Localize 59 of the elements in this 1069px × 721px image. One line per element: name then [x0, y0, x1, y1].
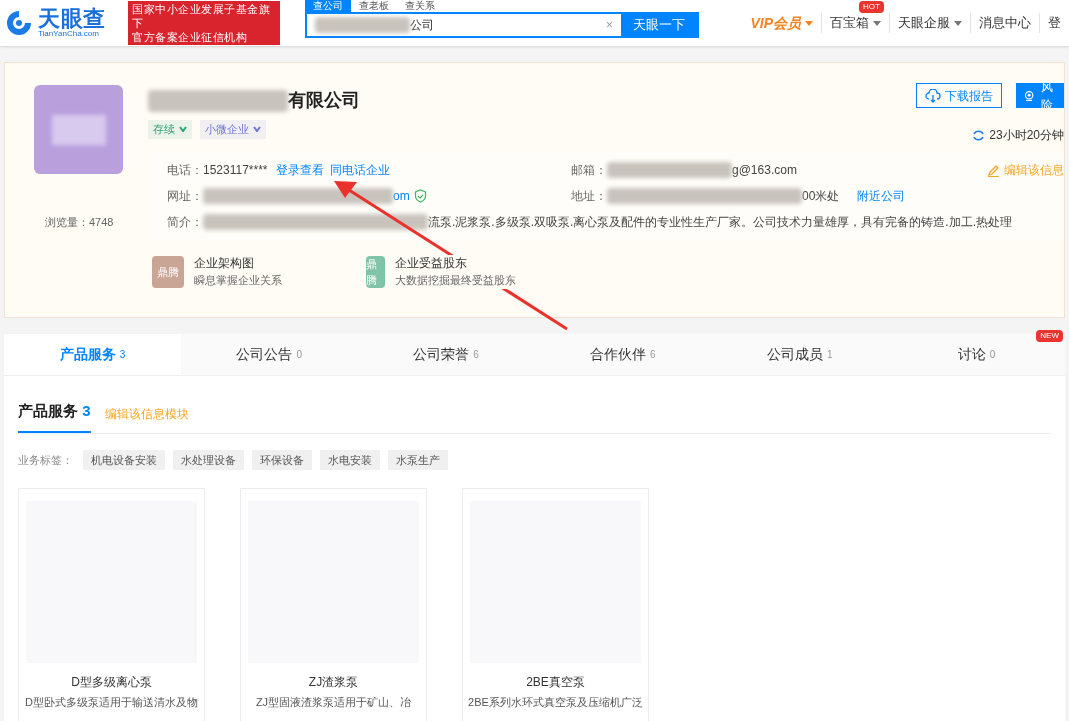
nav-item[interactable]: 天眼企服: [889, 13, 970, 33]
logo-domain: TianYanCha.com: [38, 30, 100, 38]
search-value: 公司: [410, 17, 434, 34]
nav-item[interactable]: 登: [1039, 13, 1069, 33]
product-card[interactable]: 2BE真空泵 2BE系列水环式真空泵及压缩机广泛: [462, 488, 649, 721]
nearby-companies-link[interactable]: 附近公司: [857, 187, 906, 205]
download-report-button[interactable]: 下载报告: [916, 83, 1002, 108]
cloud-download-icon: [925, 88, 941, 103]
search-button[interactable]: 天眼一下: [621, 14, 697, 36]
email-address: g@163.com: [732, 162, 797, 179]
search-field[interactable]: 公司 × 天眼一下: [305, 12, 699, 38]
field-label: 地址：: [571, 188, 607, 205]
new-badge: NEW: [1036, 330, 1063, 342]
product-description: D型卧式多级泵适用于输送清水及物: [25, 695, 198, 710]
address-text: 00米处: [802, 188, 840, 205]
business-tag: 机电设备安装: [83, 449, 165, 470]
location-icon: [1024, 88, 1035, 103]
product-name: ZJ渣浆泵: [308, 674, 359, 691]
product-description: ZJ型固液渣浆泵适用于矿山、冶: [255, 695, 412, 710]
business-tag: 水处理设备: [173, 449, 244, 470]
section-tab[interactable]: 公司成员 1: [711, 334, 889, 375]
product-card[interactable]: D型多级离心泵 D型卧式多级泵适用于输送清水及物: [18, 488, 205, 721]
company-name: 有限公司: [288, 89, 360, 112]
hot-badge: HOT: [859, 1, 884, 14]
search-tab[interactable]: 查公司: [305, 0, 351, 12]
nav-item[interactable]: 消息中心: [970, 13, 1039, 33]
view-count: 浏览量：4748: [45, 215, 114, 230]
tags-label: 业务标签：: [18, 452, 73, 468]
link[interactable]: 登录查看: [275, 161, 324, 179]
section-tab[interactable]: 合作伙伴 6: [534, 334, 712, 375]
field-label: 简介：: [167, 214, 203, 231]
certification-badge: 国家中小企业发展子基金旗下 官方备案企业征信机构: [128, 1, 280, 45]
refresh-icon: [972, 128, 986, 142]
section-tab[interactable]: 公司荣誉 6: [357, 334, 535, 375]
feature-subtitle: 大数据挖掘最终受益股东: [395, 272, 516, 289]
website-link[interactable]: om: [393, 187, 410, 205]
feature-subtitle: 瞬息掌握企业关系: [194, 272, 282, 289]
product-name: 2BE真空泵: [526, 674, 585, 691]
business-tag: 水泵生产: [388, 449, 448, 470]
field-label: 邮箱：: [571, 162, 607, 179]
phone-number: 1523117****: [203, 162, 268, 179]
update-time: 23小时20分钟: [989, 127, 1064, 144]
eye-logo-icon: [4, 8, 34, 38]
field-label: 网址：: [167, 188, 203, 205]
status-tag[interactable]: 小微企业: [200, 120, 266, 139]
product-description: 2BE系列水环式真空泵及压缩机广泛: [468, 695, 643, 710]
section-tab[interactable]: 公司公告 0: [180, 334, 358, 375]
search-tab[interactable]: 查关系: [397, 0, 443, 12]
pencil-icon: [987, 163, 1000, 177]
logo-title: 天眼查: [38, 8, 106, 30]
field-label: 电话：: [167, 162, 203, 179]
search-tab[interactable]: 查老板: [351, 0, 397, 12]
link[interactable]: 同电话企业: [329, 161, 390, 179]
company-intro: 流泵.泥浆泵.多级泵.双吸泵.离心泵及配件的专业性生产厂家。公司技术力量雄厚，具有完备的铸造.加工.热处理: [428, 214, 1012, 231]
section-title: 产品服务 3: [18, 400, 91, 433]
business-tag: 环保设备: [252, 449, 312, 470]
product-name: D型多级离心泵: [71, 674, 152, 691]
product-card[interactable]: ZJ渣浆泵 ZJ型固液渣浆泵适用于矿山、冶: [240, 488, 427, 721]
business-tag: 水电安装: [320, 449, 380, 470]
